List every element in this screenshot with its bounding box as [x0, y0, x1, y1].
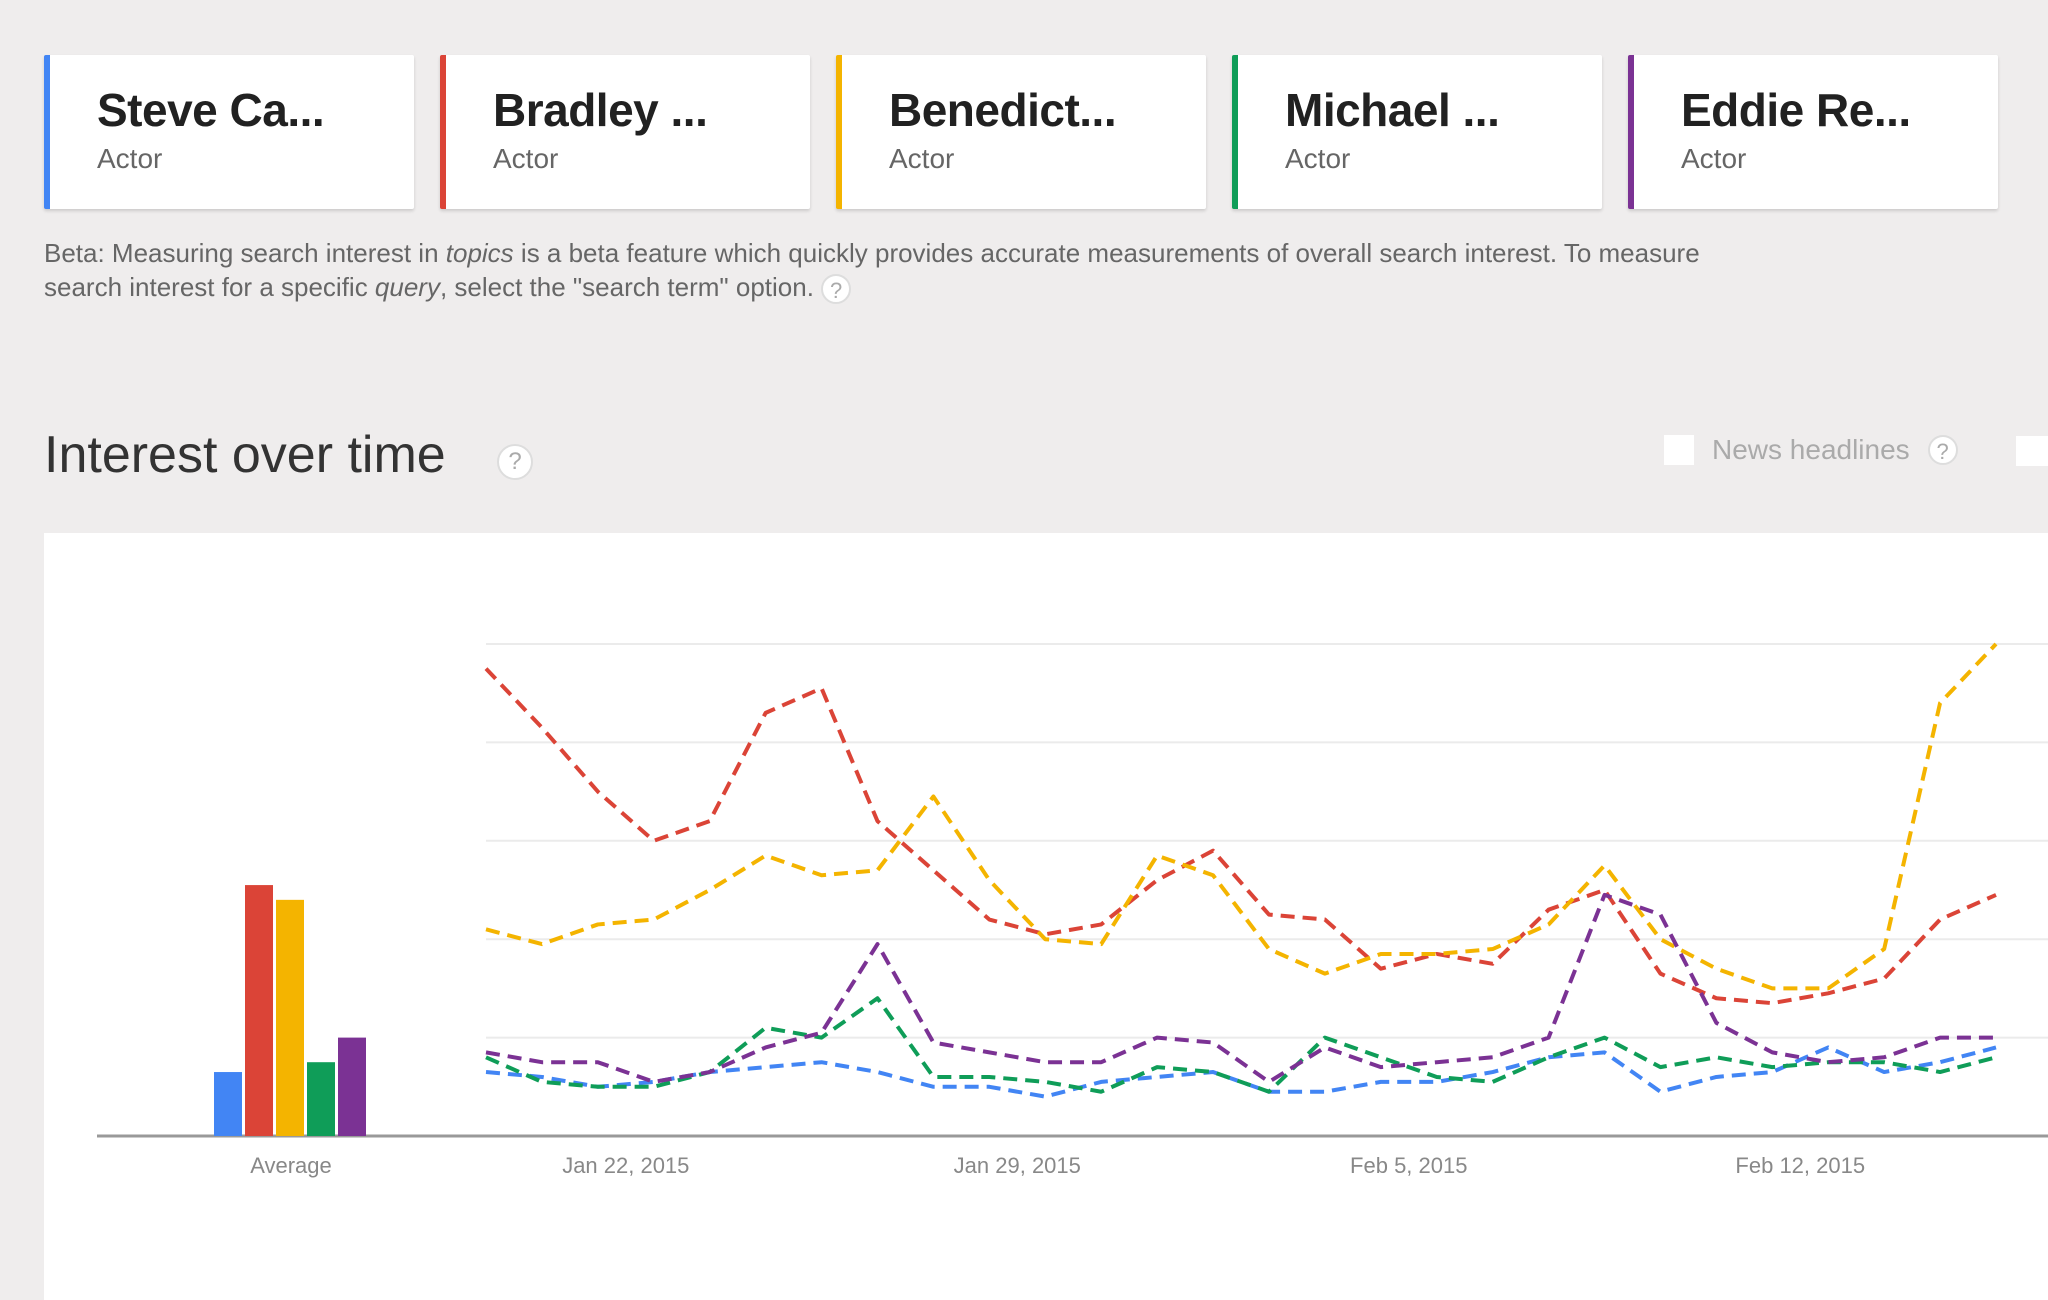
x-tick-label: Jan 29, 2015	[954, 1153, 1081, 1178]
average-bar	[307, 1062, 335, 1136]
series-line	[484, 667, 1997, 1006]
x-tick-label: Jan 22, 2015	[562, 1153, 689, 1178]
x-tick-label: Feb 5, 2015	[1350, 1153, 1467, 1178]
series-line	[485, 996, 1997, 1094]
interest-over-time-chart: Average Jan 22, 2015 Jan 29, 2015 Feb 5, 20…	[97, 642, 2048, 1178]
average-label: Average	[250, 1153, 332, 1178]
series-line	[485, 642, 1998, 991]
average-bar	[276, 899, 304, 1136]
average-bar	[338, 1037, 366, 1136]
x-tick-label: Feb 12, 2015	[1735, 1153, 1865, 1178]
average-bar	[245, 885, 273, 1136]
average-bar	[214, 1072, 242, 1136]
